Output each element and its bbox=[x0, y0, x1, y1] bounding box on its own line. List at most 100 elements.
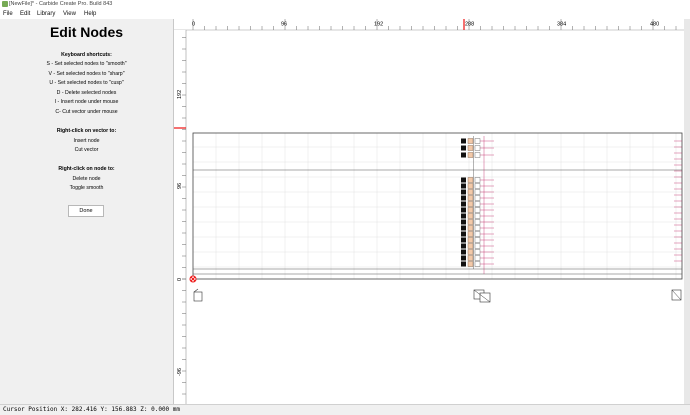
done-button[interactable]: Done bbox=[68, 205, 104, 217]
node-point bbox=[467, 213, 474, 219]
menu-edit[interactable]: Edit bbox=[20, 9, 30, 19]
node-actions-header: Right-click on node to: bbox=[58, 166, 115, 172]
node-handle bbox=[461, 152, 466, 158]
menu-bar: File Edit Library View Help bbox=[0, 9, 690, 19]
node-point bbox=[474, 189, 481, 195]
node-handle bbox=[461, 195, 466, 201]
node-point bbox=[474, 138, 481, 144]
shortcut-sharp: V - Set selected nodes to "sharp" bbox=[48, 71, 125, 77]
left-ruler-label-0: 0 bbox=[177, 278, 183, 281]
node-point bbox=[467, 261, 474, 267]
node-point bbox=[467, 177, 474, 183]
node-point bbox=[474, 213, 481, 219]
top-ruler-label-96: 96 bbox=[281, 22, 287, 28]
node-action-delete: Delete node bbox=[72, 176, 101, 182]
node-point bbox=[467, 201, 474, 207]
node-point bbox=[474, 243, 481, 249]
vector-actions-header: Right-click on vector to: bbox=[56, 128, 117, 134]
node-point bbox=[467, 189, 474, 195]
menu-view[interactable]: View bbox=[63, 9, 76, 19]
node-handle bbox=[461, 225, 466, 231]
node-handle bbox=[461, 231, 466, 237]
node-point bbox=[467, 237, 474, 243]
node-point bbox=[467, 183, 474, 189]
node-point bbox=[467, 138, 474, 144]
keyboard-shortcuts-header: Keyboard shortcuts: bbox=[61, 52, 112, 58]
shortcut-cut: C- Cut vector under mouse bbox=[55, 109, 118, 115]
node-point bbox=[467, 207, 474, 213]
clamp-icon[interactable] bbox=[193, 288, 203, 302]
node-point bbox=[467, 249, 474, 255]
top-ruler-label-288: 288 bbox=[465, 22, 474, 28]
menu-library[interactable]: Library bbox=[37, 9, 55, 19]
app-icon bbox=[2, 1, 8, 7]
node-point bbox=[474, 207, 481, 213]
shortcut-insert: I - Insert node under mouse bbox=[54, 99, 119, 105]
node-point bbox=[467, 231, 474, 237]
node-point bbox=[474, 261, 481, 267]
node-point bbox=[474, 219, 481, 225]
node-handle bbox=[461, 243, 466, 249]
vector-action-cut-vector: Cut vector bbox=[74, 147, 99, 153]
node-action-toggle-smooth: Toggle smooth bbox=[69, 185, 104, 191]
top-ruler-label-384: 384 bbox=[557, 22, 566, 28]
node-point bbox=[474, 145, 481, 151]
clamp-icon[interactable] bbox=[671, 289, 682, 301]
stock-outline bbox=[192, 132, 683, 280]
tab-markers-right bbox=[674, 140, 682, 262]
node-handle bbox=[461, 138, 466, 144]
shortcut-delete: D - Delete selected nodes bbox=[56, 90, 117, 96]
node-point bbox=[467, 225, 474, 231]
left-ruler-label-192: 192 bbox=[177, 90, 183, 99]
left-ruler-label-minus96: -96 bbox=[177, 368, 183, 376]
canvas-drawing[interactable]: 0 96 192 288 384 480 192 96 0 -96 bbox=[174, 19, 684, 404]
node-point bbox=[467, 195, 474, 201]
node-handle bbox=[461, 145, 466, 151]
shortcut-cusp: U - Set selected nodes to "cusp" bbox=[49, 80, 124, 86]
window-title: [NewFile]* - Carbide Create Pro. Build 8… bbox=[9, 1, 113, 7]
node-handle bbox=[461, 237, 466, 243]
node-handle bbox=[461, 249, 466, 255]
vector-action-insert-node: Insert node bbox=[73, 138, 100, 144]
node-point bbox=[474, 231, 481, 237]
design-canvas[interactable]: 0 96 192 288 384 480 192 96 0 -96 bbox=[174, 19, 684, 404]
node-point bbox=[474, 195, 481, 201]
panel-title: Edit Nodes bbox=[49, 24, 124, 40]
node-handle bbox=[461, 261, 466, 267]
node-point bbox=[467, 243, 474, 249]
node-point bbox=[474, 183, 481, 189]
top-ruler-label-0: 0 bbox=[192, 22, 195, 28]
node-point bbox=[467, 219, 474, 225]
node-point bbox=[474, 237, 481, 243]
node-point bbox=[467, 152, 474, 158]
node-handle bbox=[461, 213, 466, 219]
node-point bbox=[474, 201, 481, 207]
node-handle bbox=[461, 207, 466, 213]
title-bar: [NewFile]* - Carbide Create Pro. Build 8… bbox=[0, 0, 690, 9]
node-point bbox=[467, 145, 474, 151]
node-point bbox=[474, 255, 481, 261]
node-handle bbox=[461, 255, 466, 261]
node-handle bbox=[461, 219, 466, 225]
stock-grid bbox=[193, 133, 682, 279]
top-ruler-label-480: 480 bbox=[650, 22, 659, 28]
menu-help[interactable]: Help bbox=[84, 9, 96, 19]
node-handle bbox=[461, 189, 466, 195]
node-handle bbox=[461, 177, 466, 183]
node-point bbox=[467, 255, 474, 261]
top-ruler-label-192: 192 bbox=[374, 22, 383, 28]
node-point bbox=[474, 152, 481, 158]
shortcut-smooth: S - Set selected nodes to "smooth" bbox=[46, 61, 127, 67]
selected-vector-nodes[interactable] bbox=[461, 136, 494, 274]
node-point bbox=[474, 177, 481, 183]
vertical-scrollbar[interactable] bbox=[684, 19, 690, 404]
node-point bbox=[474, 249, 481, 255]
left-ruler-label-96: 96 bbox=[177, 183, 183, 189]
node-handle bbox=[461, 201, 466, 207]
status-bar: Cursor Position X: 282.416 Y: 156.883 Z:… bbox=[0, 404, 690, 415]
node-handle bbox=[461, 183, 466, 189]
clamp-group-icon[interactable] bbox=[473, 289, 491, 303]
edit-nodes-panel: Edit Nodes Keyboard shortcuts: S - Set s… bbox=[0, 19, 173, 404]
node-point bbox=[474, 225, 481, 231]
menu-file[interactable]: File bbox=[3, 9, 13, 19]
